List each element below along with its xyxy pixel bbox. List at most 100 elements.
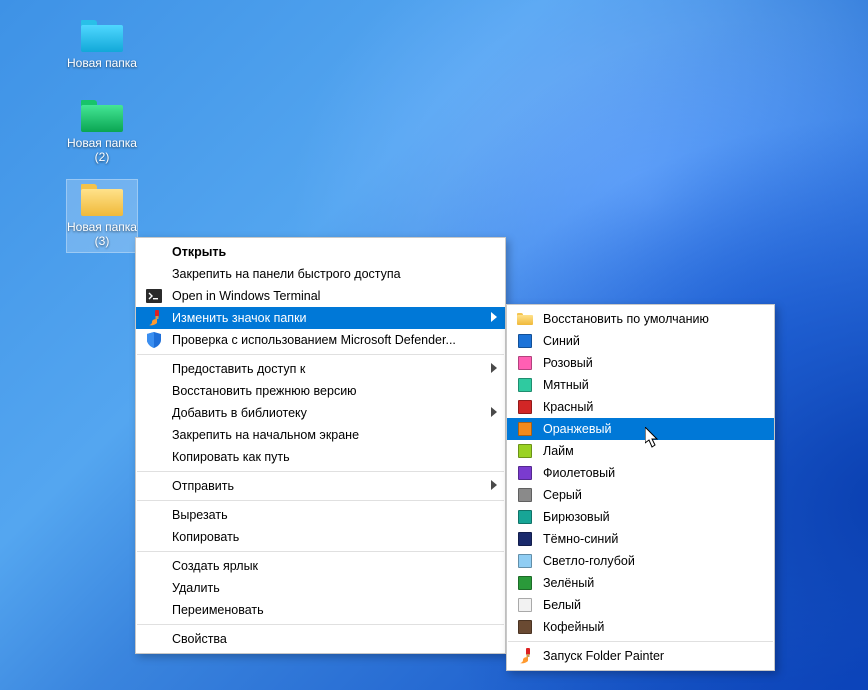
blank-icon [144, 361, 164, 377]
menu-item-9[interactable]: Закрепить на начальном экране [136, 424, 505, 446]
menu-item-label: Вырезать [172, 508, 228, 522]
menu-item-10[interactable]: Копировать как путь [136, 446, 505, 468]
desktop-folder-label: Новая папка (2) [67, 136, 137, 164]
submenu-item-6[interactable]: Лайм [507, 440, 774, 462]
menu-item-label: Копировать [172, 530, 239, 544]
color-swatch-icon [515, 377, 535, 393]
submenu-arrow-icon [491, 479, 497, 493]
menu-item-12[interactable]: Отправить [136, 475, 505, 497]
submenu-item-16[interactable]: Запуск Folder Painter [507, 645, 774, 667]
menu-item-18[interactable]: Удалить [136, 577, 505, 599]
desktop-folder-3[interactable]: Новая папка (3) [67, 180, 137, 252]
color-swatch-icon [515, 553, 535, 569]
submenu-item-10[interactable]: Тёмно-синий [507, 528, 774, 550]
menu-item-14[interactable]: Вырезать [136, 504, 505, 526]
blank-icon [144, 427, 164, 443]
blank-icon [144, 405, 164, 421]
menu-item-label: Оранжевый [543, 422, 611, 436]
menu-item-19[interactable]: Переименовать [136, 599, 505, 621]
blank-icon [144, 507, 164, 523]
menu-item-21[interactable]: Свойства [136, 628, 505, 650]
desktop-folder-2[interactable]: Новая папка (2) [67, 100, 137, 164]
menu-item-8[interactable]: Добавить в библиотеку [136, 402, 505, 424]
submenu-item-2[interactable]: Розовый [507, 352, 774, 374]
painter-icon [515, 648, 535, 664]
color-swatch-icon [515, 509, 535, 525]
submenu-item-3[interactable]: Мятный [507, 374, 774, 396]
menu-item-label: Тёмно-синий [543, 532, 618, 546]
menu-item-label: Свойства [172, 632, 227, 646]
menu-item-label: Копировать как путь [172, 450, 290, 464]
desktop-folder-label: Новая папка [67, 56, 137, 70]
color-swatch-icon [515, 575, 535, 591]
desktop[interactable]: Новая папка Новая папка (2) Новая папка … [0, 0, 868, 690]
menu-item-label: Лайм [543, 444, 574, 458]
color-swatch-icon [515, 355, 535, 371]
menu-item-7[interactable]: Восстановить прежнюю версию [136, 380, 505, 402]
submenu-item-7[interactable]: Фиолетовый [507, 462, 774, 484]
menu-item-label: Восстановить прежнюю версию [172, 384, 357, 398]
menu-item-label: Бирюзовый [543, 510, 610, 524]
submenu-item-4[interactable]: Красный [507, 396, 774, 418]
color-swatch-icon [515, 531, 535, 547]
submenu-item-8[interactable]: Серый [507, 484, 774, 506]
submenu-item-0[interactable]: Восстановить по умолчанию [507, 308, 774, 330]
menu-item-label: Восстановить по умолчанию [543, 312, 709, 326]
shield-icon [144, 332, 164, 348]
submenu-item-5[interactable]: Оранжевый [507, 418, 774, 440]
color-submenu: Восстановить по умолчанию Синий РозовыйМят… [506, 304, 775, 671]
blank-icon [144, 558, 164, 574]
menu-separator [137, 354, 504, 355]
menu-item-label: Запуск Folder Painter [543, 649, 664, 663]
menu-separator [137, 551, 504, 552]
submenu-item-1[interactable]: Синий [507, 330, 774, 352]
blank-icon [144, 383, 164, 399]
blank-icon [144, 478, 164, 494]
menu-item-15[interactable]: Копировать [136, 526, 505, 548]
menu-item-3[interactable]: Изменить значок папки [136, 307, 505, 329]
menu-separator [137, 471, 504, 472]
menu-item-label: Кофейный [543, 620, 604, 634]
submenu-arrow-icon [491, 311, 497, 325]
menu-item-label: Изменить значок папки [172, 311, 307, 325]
menu-item-label: Фиолетовый [543, 466, 615, 480]
submenu-item-11[interactable]: Светло-голубой [507, 550, 774, 572]
folder-icon [81, 20, 123, 52]
blank-icon [144, 602, 164, 618]
blank-icon [144, 244, 164, 260]
menu-item-label: Создать ярлык [172, 559, 258, 573]
menu-item-label: Закрепить на панели быстрого доступа [172, 267, 401, 281]
menu-item-1[interactable]: Закрепить на панели быстрого доступа [136, 263, 505, 285]
menu-separator [137, 500, 504, 501]
menu-item-label: Синий [543, 334, 580, 348]
painter-icon [144, 310, 164, 326]
submenu-item-13[interactable]: Белый [507, 594, 774, 616]
menu-item-label: Белый [543, 598, 581, 612]
menu-item-6[interactable]: Предоставить доступ к [136, 358, 505, 380]
context-menu: Открыть Закрепить на панели быстрого дост… [135, 237, 506, 654]
desktop-folder-1[interactable]: Новая папка [67, 20, 137, 70]
blank-icon [144, 631, 164, 647]
menu-item-17[interactable]: Создать ярлык [136, 555, 505, 577]
menu-item-label: Красный [543, 400, 593, 414]
color-swatch-icon [515, 399, 535, 415]
menu-item-0[interactable]: Открыть [136, 241, 505, 263]
submenu-item-14[interactable]: Кофейный [507, 616, 774, 638]
menu-item-2[interactable]: Open in Windows Terminal [136, 285, 505, 307]
menu-item-label: Переименовать [172, 603, 264, 617]
color-swatch-icon [515, 619, 535, 635]
blank-icon [144, 449, 164, 465]
menu-item-label: Зелёный [543, 576, 594, 590]
color-swatch-icon [515, 597, 535, 613]
menu-item-4[interactable]: Проверка с использованием Microsoft Defe… [136, 329, 505, 351]
menu-item-label: Open in Windows Terminal [172, 289, 320, 303]
submenu-item-12[interactable]: Зелёный [507, 572, 774, 594]
menu-item-label: Светло-голубой [543, 554, 635, 568]
menu-separator [508, 641, 773, 642]
menu-item-label: Отправить [172, 479, 234, 493]
submenu-item-9[interactable]: Бирюзовый [507, 506, 774, 528]
menu-item-label: Проверка с использованием Microsoft Defe… [172, 333, 456, 347]
submenu-arrow-icon [491, 362, 497, 376]
menu-item-label: Серый [543, 488, 582, 502]
color-swatch-icon [515, 333, 535, 349]
